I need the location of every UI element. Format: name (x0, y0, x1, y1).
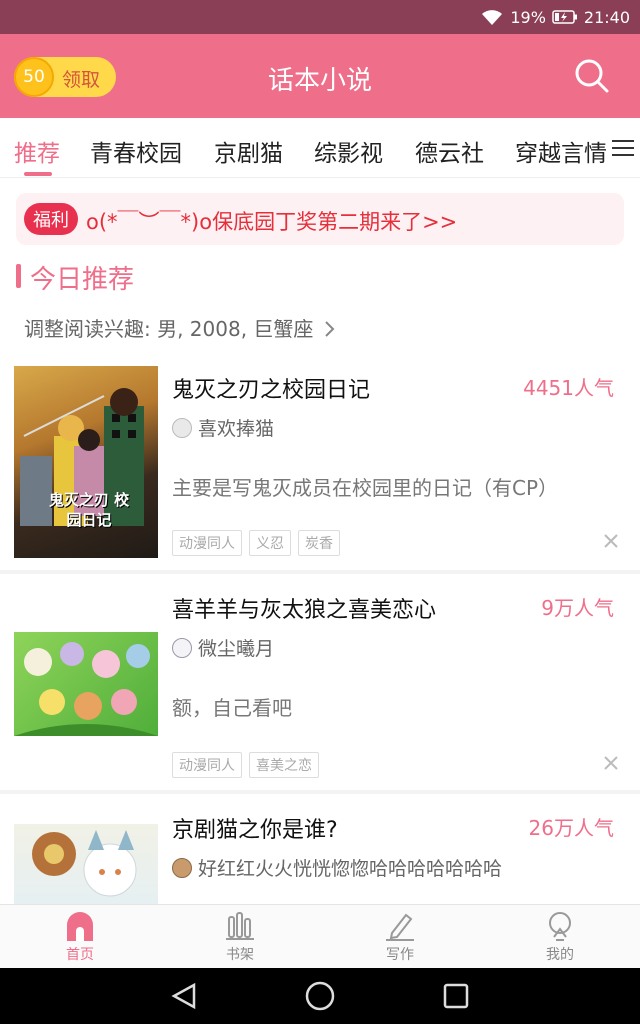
book-tags: 动漫同人 喜美之恋 (172, 752, 319, 778)
app-title: 话本小说 (267, 66, 372, 96)
status-bar: 19% 21:40 (0, 0, 640, 34)
back-icon[interactable] (170, 982, 198, 1010)
author-name: 好红红火火恍恍惚惚哈哈哈哈哈哈哈 (198, 858, 503, 880)
book-card[interactable]: 京剧猫之你是谁? 26万人气 好红红火火恍恍惚惚哈哈哈哈哈哈哈 (0, 794, 640, 904)
welfare-badge: 福利 (24, 203, 78, 235)
book-title: 京剧猫之你是谁? (172, 818, 338, 843)
chevron-right-icon (325, 321, 335, 337)
book-card[interactable]: 喜羊羊与灰太狼之喜美恋心 9万人气 微尘曦月 额，自己看吧 动漫同人 喜美之恋 (0, 574, 640, 790)
tab-deyunshe[interactable]: 德云社 (415, 134, 484, 168)
nav-bookshelf-label: 书架 (226, 947, 254, 963)
nav-bookshelf[interactable]: 书架 (200, 911, 280, 964)
profile-icon (549, 912, 571, 941)
book-tags: 动漫同人 义忍 炭香 (172, 530, 340, 556)
avatar (172, 637, 192, 658)
wifi-icon (480, 8, 504, 26)
reading-interest-link[interactable]: 调整阅读兴趣: 男, 2008, 巨蟹座 (24, 313, 336, 342)
cover-title: 鬼灭之刃 校园日记 (48, 491, 130, 529)
avatar (172, 417, 192, 438)
tab-campus[interactable]: 青春校园 (90, 134, 182, 168)
book-title: 鬼灭之刃之校园日记 (172, 378, 371, 403)
tab-jingjumao[interactable]: 京剧猫 (214, 134, 283, 168)
tab-film-tv[interactable]: 综影视 (314, 134, 383, 168)
recent-apps-icon[interactable] (442, 982, 470, 1010)
tab-recommend[interactable]: 推荐 (14, 134, 60, 168)
book-description: 额，自己看吧 (172, 696, 292, 720)
book-cover: 鬼灭之刃 校园日记 (14, 366, 158, 558)
welfare-notice[interactable]: 福利 o(*￣︶￣*)o保底园丁奖第二期来了>> (16, 193, 624, 245)
book-author[interactable]: 好红红火火恍恍惚惚哈哈哈哈哈哈哈 (172, 854, 502, 881)
tab-time-travel[interactable]: 穿越言情 (515, 134, 607, 168)
bottom-nav: 首页 书架 写作 我的 (0, 904, 640, 968)
author-name: 喜欢捧猫 (198, 418, 275, 440)
tag[interactable]: 义忍 (249, 530, 291, 556)
system-nav-bar (0, 968, 640, 1024)
nav-home-label: 首页 (66, 947, 94, 963)
tag[interactable]: 炭香 (298, 530, 340, 556)
pencil-icon (386, 913, 414, 941)
close-icon[interactable] (602, 532, 620, 550)
app-header: 50 领取 话本小说 (0, 34, 640, 118)
reading-interest-text: 调整阅读兴趣: 男, 2008, 巨蟹座 (24, 317, 314, 341)
section-marker (16, 264, 21, 288)
tab-menu-button[interactable] (606, 118, 640, 177)
menu-icon (612, 140, 634, 156)
nav-home[interactable]: 首页 (40, 911, 120, 964)
author-name: 微尘曦月 (198, 638, 275, 660)
book-popularity: 4451人气 (523, 376, 614, 400)
battery-icon (552, 10, 578, 24)
section-title: 今日推荐 (30, 265, 135, 295)
active-tab-indicator (24, 172, 52, 176)
search-icon (575, 59, 609, 93)
book-card[interactable]: 鬼灭之刃 校园日记 鬼灭之刃之校园日记 4451人气 喜欢捧猫 主要是写鬼灭成员… (0, 360, 640, 570)
avatar (172, 857, 192, 878)
book-popularity: 9万人气 (541, 596, 614, 620)
search-button[interactable] (572, 56, 612, 96)
book-description: 主要是写鬼灭成员在校园里的日记（有CP） (172, 476, 559, 500)
tag[interactable]: 喜美之恋 (249, 752, 319, 778)
nav-profile-label: 我的 (546, 947, 574, 963)
book-cover (14, 632, 158, 736)
notice-text: o(*￣︶￣*)o保底园丁奖第二期来了>> (86, 210, 458, 234)
book-author[interactable]: 微尘曦月 (172, 634, 274, 661)
book-popularity: 26万人气 (528, 816, 614, 840)
book-cover (14, 824, 158, 904)
book-title: 喜羊羊与灰太狼之喜美恋心 (172, 598, 437, 623)
home-circle-icon[interactable] (304, 980, 336, 1012)
category-tabs: 推荐 青春校园 京剧猫 综影视 德云社 穿越言情 (0, 118, 640, 178)
nav-profile[interactable]: 我的 (520, 911, 600, 964)
tag[interactable]: 动漫同人 (172, 530, 242, 556)
nav-write-label: 写作 (386, 947, 414, 963)
tag[interactable]: 动漫同人 (172, 752, 242, 778)
battery-percent: 19% (510, 7, 546, 27)
home-icon (67, 912, 93, 941)
clock: 21:40 (583, 7, 630, 27)
book-author[interactable]: 喜欢捧猫 (172, 414, 274, 441)
nav-write[interactable]: 写作 (360, 911, 440, 964)
bookshelf-icon (226, 912, 254, 940)
close-icon[interactable] (602, 754, 620, 772)
